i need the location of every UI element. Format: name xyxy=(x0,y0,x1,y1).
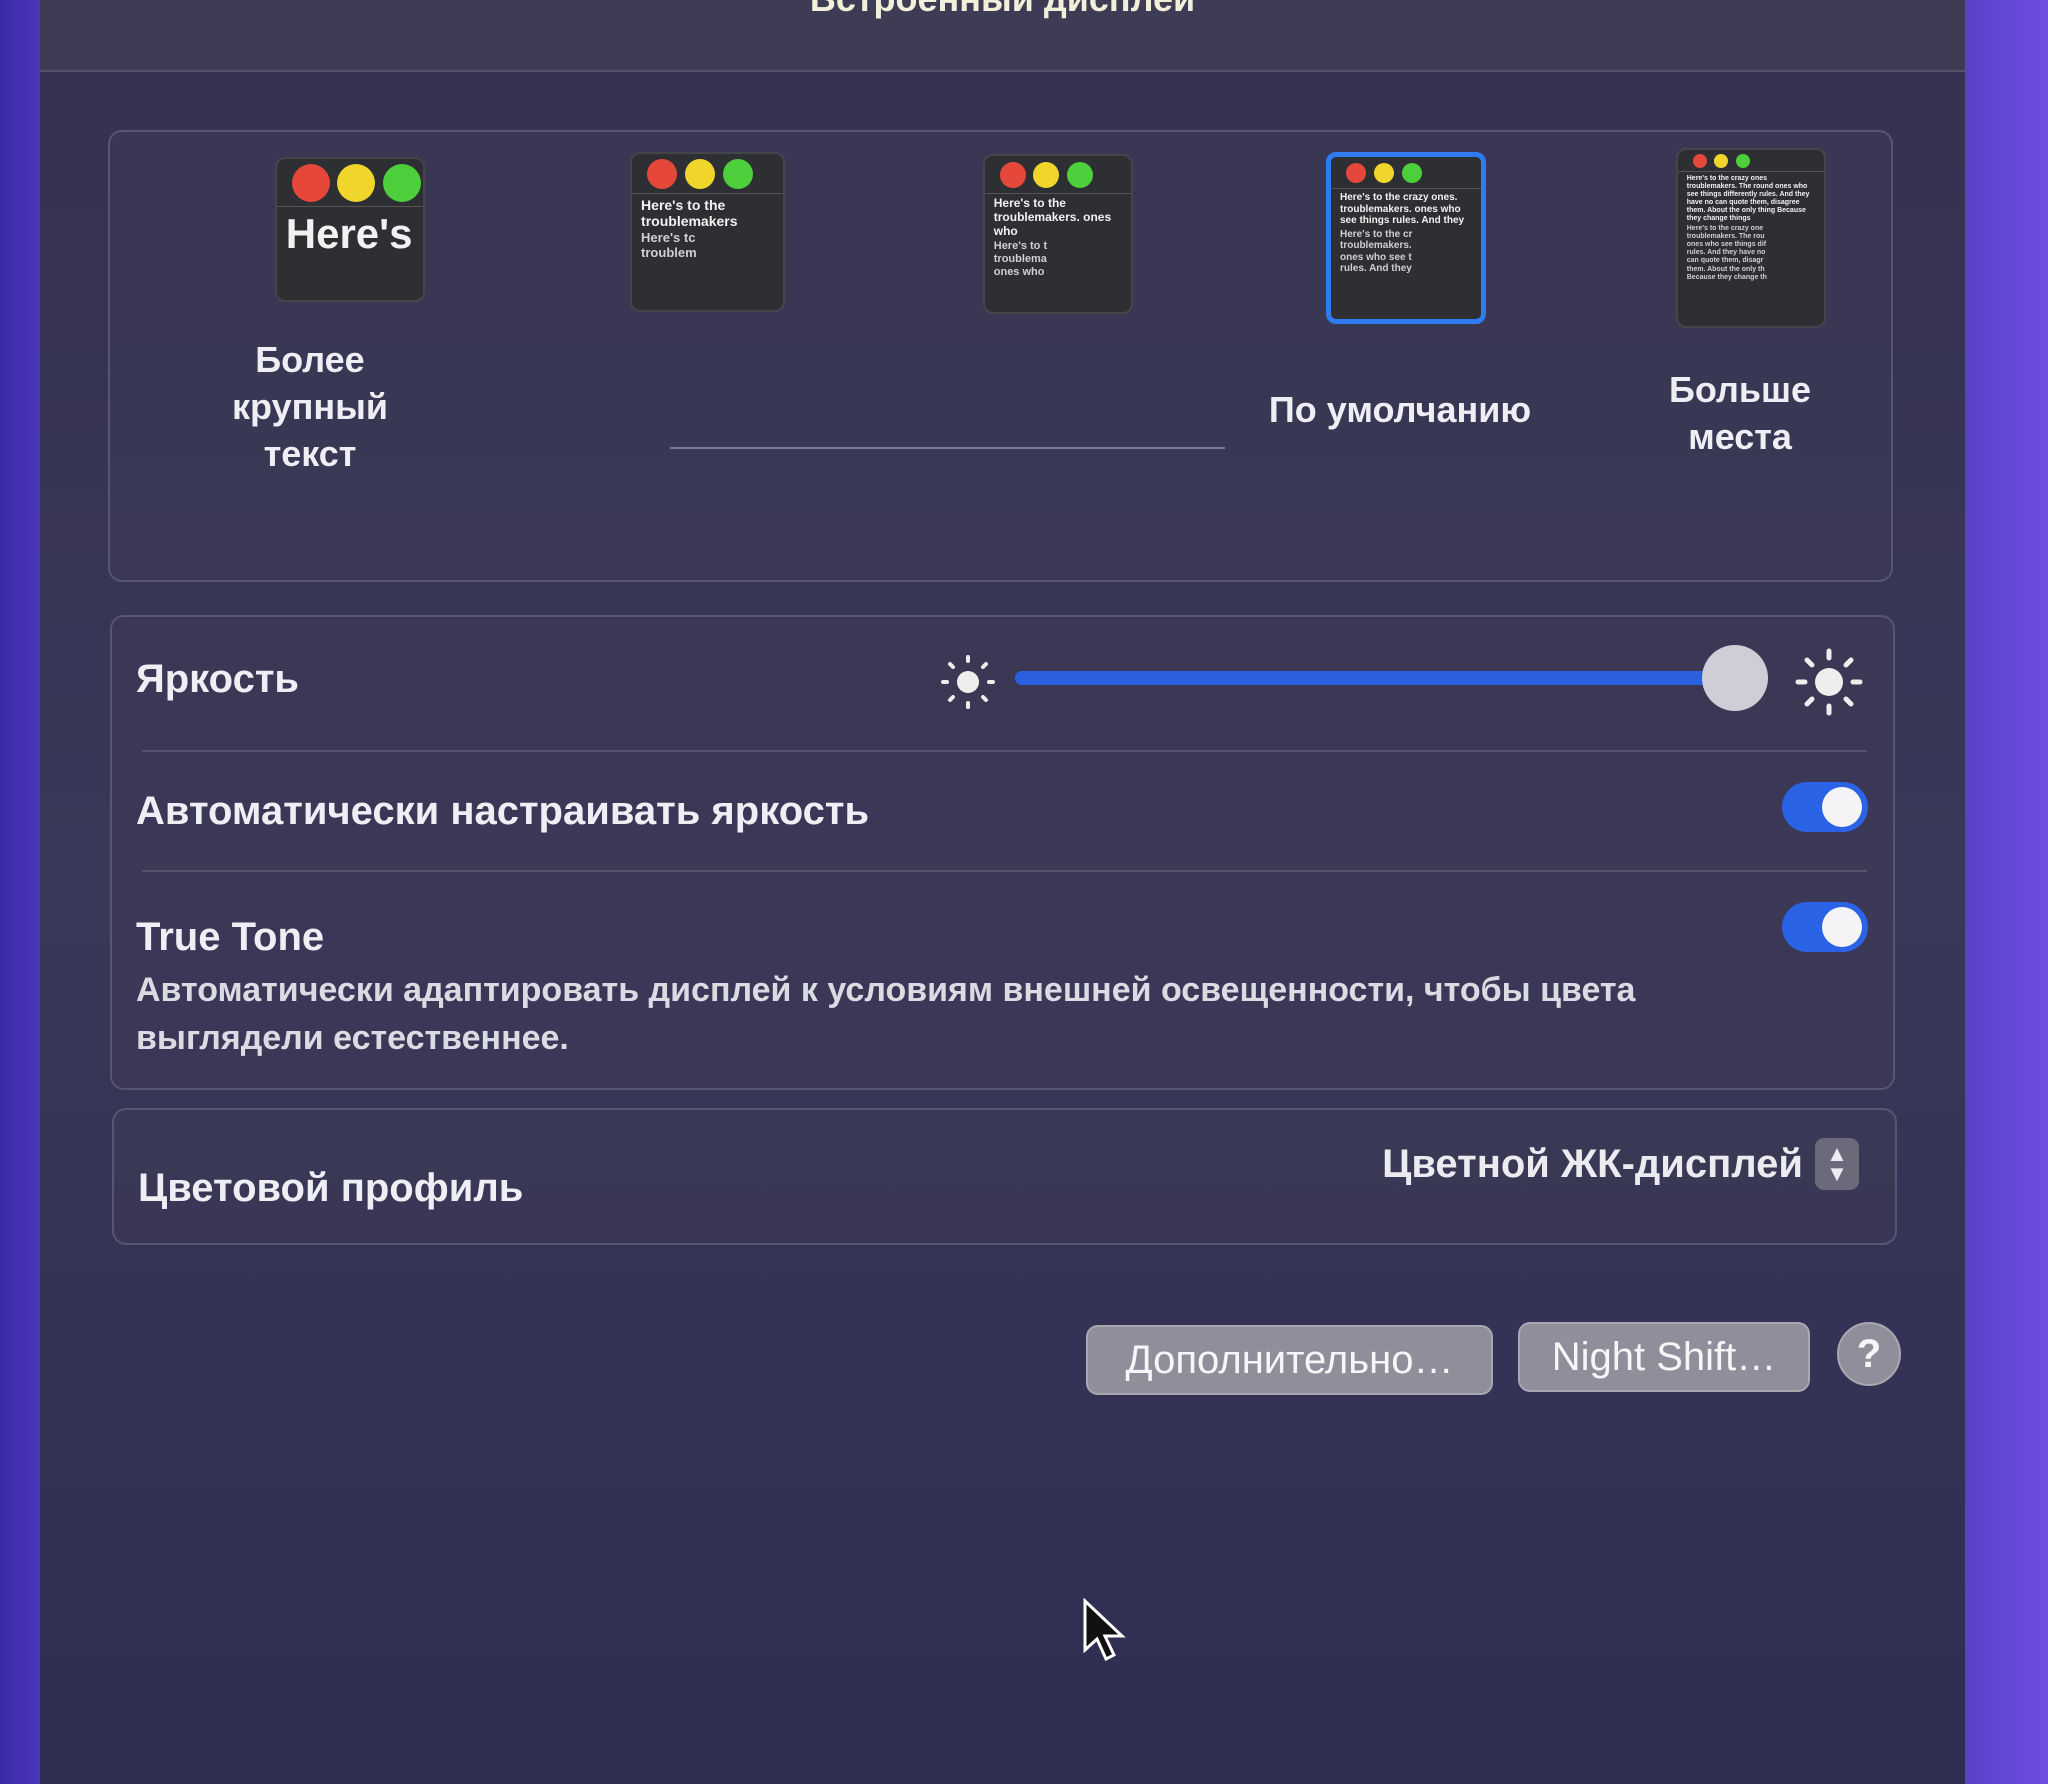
resolution-option-3[interactable]: Here's to the troublemakers. ones who Her… xyxy=(983,154,1133,314)
preview-sentence: Here's to the crazy ones troublemakers. … xyxy=(1686,175,1810,223)
preview-line: Here's to t xyxy=(993,240,1048,253)
resolution-option-label: Более крупный текст xyxy=(232,339,388,474)
close-dot-icon xyxy=(999,161,1026,188)
preview-line: troublema xyxy=(993,253,1047,266)
zoom-dot-icon xyxy=(383,163,422,202)
preview-line: can quote them, disagr xyxy=(1686,257,1764,265)
help-button[interactable]: ? xyxy=(1837,1322,1901,1386)
night-shift-button[interactable]: Night Shift… xyxy=(1518,1322,1810,1392)
true-tone-toggle[interactable] xyxy=(1782,902,1868,952)
preview-line: Because they change th xyxy=(1686,273,1767,281)
auto-brightness-label: Автоматически настраивать яркость xyxy=(136,789,870,833)
preview-line: them. About the only th xyxy=(1686,265,1765,273)
color-profile-value: Цветной ЖК-дисплей xyxy=(1382,1141,1803,1186)
window-controls xyxy=(277,159,423,207)
color-profile-group: Цветовой профиль Цветной ЖК-дисплей ▲ ▼ xyxy=(112,1108,1897,1245)
minimize-dot-icon xyxy=(1714,153,1729,168)
close-dot-icon xyxy=(1692,153,1707,168)
preview-text: Here's xyxy=(277,207,423,261)
preview-line: Here's to the cr xyxy=(1340,228,1413,240)
preview-line: Here's xyxy=(285,210,413,257)
minimize-dot-icon xyxy=(1033,161,1060,188)
sun-small-icon xyxy=(941,655,995,709)
preview-text: Here's to the crazy one troublemakers. Th… xyxy=(1678,225,1824,281)
preview-text: Here's tc troublem xyxy=(632,230,783,261)
preview-text: Here's to t troublema ones who xyxy=(985,240,1131,278)
zoom-dot-icon xyxy=(1402,162,1423,183)
preview-line: rules. And they xyxy=(1340,263,1412,274)
preview-line: troublem xyxy=(641,245,697,261)
window-title: Встроенный дисплей xyxy=(40,0,1965,20)
display-settings-window: Встроенный дисплей Here's Более крупный т… xyxy=(40,0,1965,1784)
true-tone-label: True Tone xyxy=(136,915,325,959)
chevron-up-down-icon: ▲ ▼ xyxy=(1815,1138,1859,1190)
divider xyxy=(142,750,1867,752)
resolution-option-2[interactable]: Here's to the troublemakers Here's tc trou… xyxy=(630,152,785,312)
advanced-button[interactable]: Дополнительно… xyxy=(1086,1325,1493,1395)
color-profile-select[interactable]: Цветной ЖК-дисплей ▲ ▼ xyxy=(1382,1138,1859,1190)
minimize-dot-icon xyxy=(337,163,376,202)
resolution-option-1[interactable]: Here's xyxy=(275,157,425,302)
minimize-dot-icon xyxy=(685,158,716,189)
brightness-slider[interactable] xyxy=(1015,645,1768,711)
preview-text: Here's to the cr troublemakers. ones who s… xyxy=(1331,229,1481,275)
preview-line: ones who see t xyxy=(1340,251,1412,263)
window-controls xyxy=(632,154,783,194)
brightness-slider-knob[interactable] xyxy=(1702,645,1768,711)
divider xyxy=(142,870,1867,872)
mouse-cursor-icon xyxy=(1083,1598,1126,1662)
zoom-dot-icon xyxy=(1736,153,1751,168)
preview-line: Here's to the crazy one xyxy=(1686,225,1764,233)
close-dot-icon xyxy=(1346,162,1366,183)
brightness-label: Яркость xyxy=(136,657,300,701)
zoom-dot-icon xyxy=(723,158,754,189)
brightness-group: Яркость Автоматически настраивать яркост… xyxy=(110,615,1895,1090)
preview-line: rules. And they have no xyxy=(1686,249,1766,257)
close-dot-icon xyxy=(647,158,678,189)
preview-line: ones who xyxy=(993,265,1045,278)
preview-line: Here's tc xyxy=(641,230,696,246)
preview-sentence: Here's to the troublemakers. ones who xyxy=(993,196,1112,238)
resolution-option-5[interactable]: Here's to the crazy ones troublemakers. … xyxy=(1676,148,1826,328)
minimize-dot-icon xyxy=(1374,162,1395,183)
auto-brightness-toggle[interactable] xyxy=(1782,782,1868,832)
sun-large-icon xyxy=(1795,648,1863,716)
zoom-dot-icon xyxy=(1067,161,1094,188)
preview-line: troublemakers. xyxy=(1340,240,1412,251)
close-dot-icon xyxy=(291,163,330,202)
preview-sentence: Here's to the crazy ones. troublemakers.… xyxy=(1340,192,1465,226)
resolution-group: Here's Более крупный текст Here's to the t… xyxy=(108,130,1893,582)
resolution-option-label: Больше места xyxy=(1669,369,1811,457)
resolution-option-label: По умолчанию xyxy=(1268,389,1532,430)
window-controls xyxy=(1678,150,1824,172)
window-controls xyxy=(985,156,1131,194)
color-profile-label: Цветовой профиль xyxy=(138,1166,524,1210)
resolution-option-4[interactable]: Here's to the crazy ones. troublemakers.… xyxy=(1326,152,1486,324)
brightness-slider-fill xyxy=(1015,671,1735,685)
preview-sentence: Here's to the troublemakers xyxy=(641,197,738,230)
true-tone-description: Автоматически адаптировать дисплей к усл… xyxy=(136,971,1636,1057)
window-controls xyxy=(1331,157,1481,189)
preview-line: troublemakers. The rou xyxy=(1686,233,1765,241)
resolution-scale-line xyxy=(670,447,1225,449)
preview-line: ones who see things dif xyxy=(1686,241,1767,249)
title-bar: Встроенный дисплей xyxy=(40,0,1965,72)
